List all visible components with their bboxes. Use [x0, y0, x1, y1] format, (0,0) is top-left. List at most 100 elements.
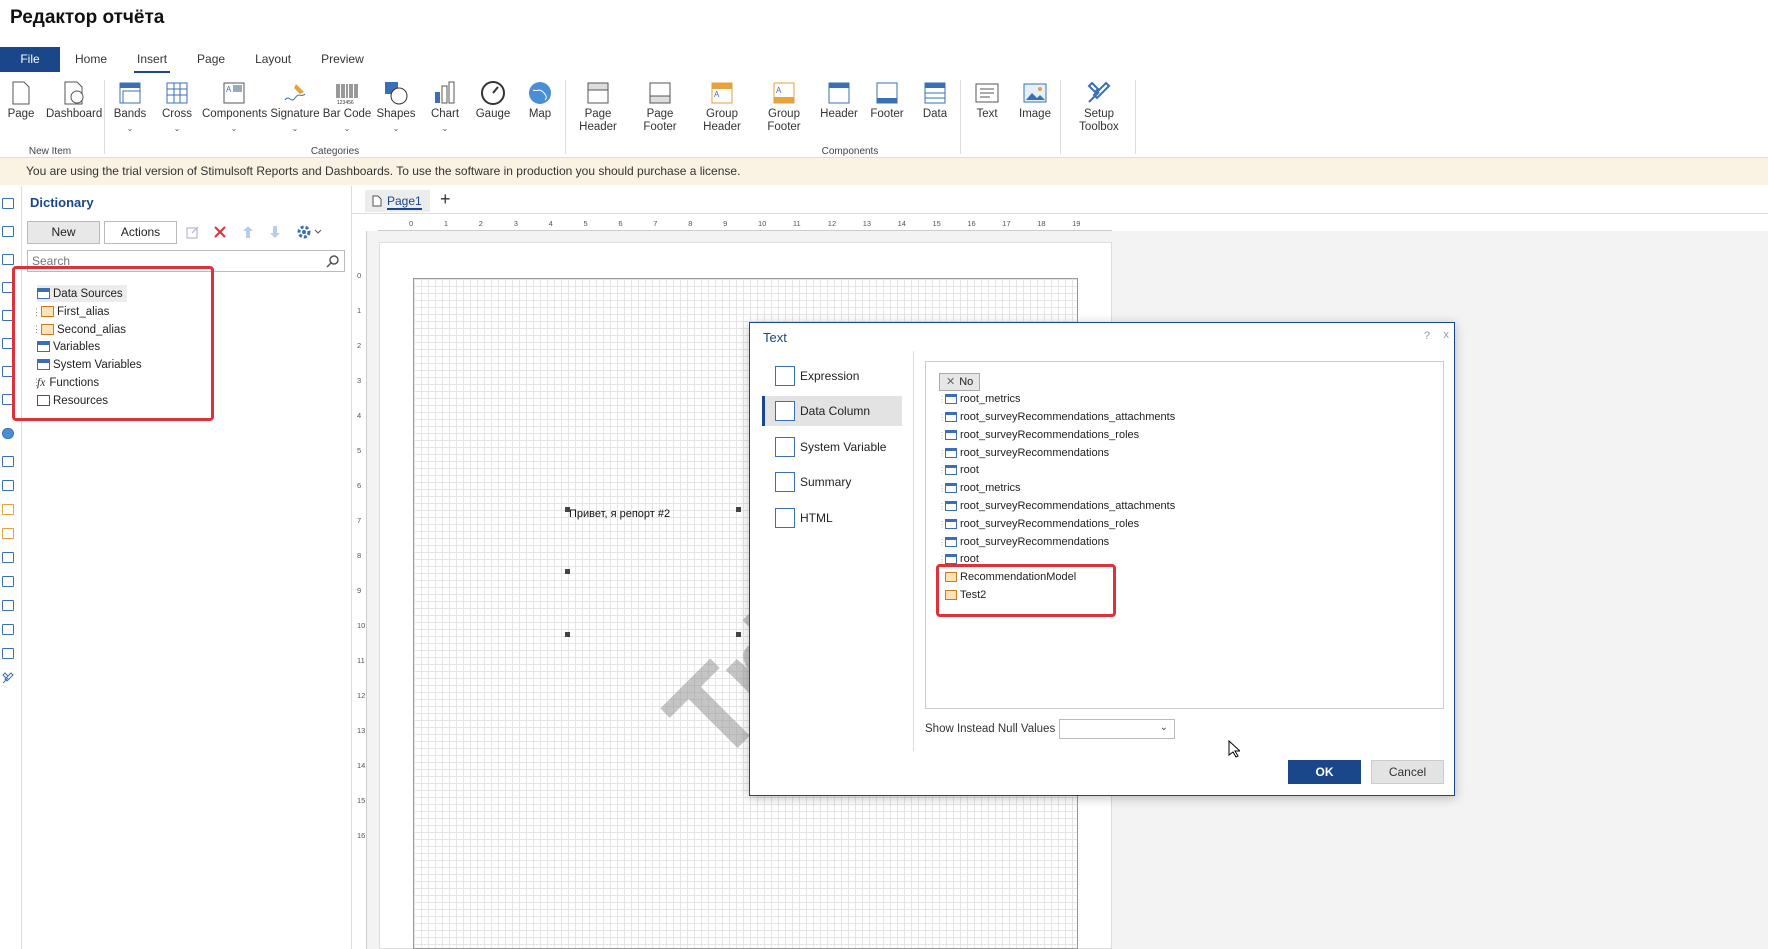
expand-icon[interactable]: ⋮	[938, 520, 946, 529]
toolbox-text-icon[interactable]	[2, 624, 14, 635]
tree-row[interactable]: ⋮ root_metrics	[938, 391, 1021, 407]
footer-button[interactable]: Footer	[864, 76, 910, 121]
tree-row[interactable]: ⋮ root_surveyRecommendations_attachments	[938, 409, 1175, 425]
resize-handle[interactable]	[565, 507, 570, 512]
shapes-button[interactable]: Shapes ⌄	[374, 76, 418, 135]
chart-button[interactable]: Chart ⌄	[423, 76, 467, 135]
toolbox-bands-icon[interactable]	[2, 198, 14, 209]
toolbox-footer-icon[interactable]	[2, 576, 14, 587]
expand-icon[interactable]: ⋮	[938, 538, 946, 547]
toolbox-gauge-icon[interactable]	[2, 394, 14, 405]
text-component[interactable]: Привет, я репорт #2	[569, 508, 670, 520]
cancel-button[interactable]: Cancel	[1371, 760, 1444, 784]
header-button[interactable]: Header	[816, 76, 862, 121]
edit-icon[interactable]	[186, 225, 200, 239]
toolbox-group-footer-icon[interactable]	[2, 528, 14, 539]
toolbox-data-icon[interactable]	[2, 600, 14, 611]
new-button[interactable]: New	[27, 221, 100, 244]
ok-button[interactable]: OK	[1288, 760, 1361, 784]
toolbox-page-footer-icon[interactable]	[2, 480, 14, 491]
expand-icon[interactable]: ⋮	[938, 449, 946, 458]
tree-row[interactable]: RecommendationModel	[938, 569, 1076, 585]
nav-summary[interactable]: Summary	[762, 467, 902, 497]
tree-row[interactable]: Test2	[938, 587, 986, 603]
toolbox-group-header-icon[interactable]	[2, 504, 14, 515]
cross-button[interactable]: Cross ⌄	[157, 76, 197, 135]
page-button[interactable]: Page	[4, 76, 38, 121]
tree-row[interactable]: ⋮ root_surveyRecommendations	[938, 445, 1109, 461]
tab-file[interactable]: File	[0, 47, 60, 72]
map-button[interactable]: Map	[518, 76, 562, 121]
tree-row[interactable]: ⋮ root	[938, 551, 979, 567]
tree-row[interactable]: ⋮ root_surveyRecommendations_roles	[938, 516, 1139, 532]
tab-page1[interactable]: Page1	[365, 190, 430, 212]
delete-icon[interactable]	[213, 225, 227, 239]
actions-button[interactable]: Actions	[104, 221, 177, 244]
settings-icon[interactable]	[296, 224, 324, 240]
tab-page[interactable]: Page	[182, 47, 240, 72]
toolbox-barcode-icon[interactable]	[2, 310, 14, 321]
expand-icon[interactable]: ⋮	[938, 395, 946, 404]
tree-row[interactable]: ⋮ root_metrics	[938, 480, 1021, 496]
expand-icon[interactable]: ⋮	[938, 484, 946, 493]
toolbox-header-icon[interactable]	[2, 552, 14, 563]
null-values-select[interactable]: ⌄	[1059, 719, 1175, 739]
nav-system-variable[interactable]: System Variable	[762, 432, 902, 462]
toolbox-signature-icon[interactable]	[2, 282, 14, 293]
components-button[interactable]: A Components ⌄	[202, 76, 267, 135]
tab-layout[interactable]: Layout	[240, 47, 306, 72]
expand-icon[interactable]: ⋮	[938, 466, 946, 475]
add-page-button[interactable]: +	[440, 189, 451, 210]
nav-data-column[interactable]: Data Column	[762, 396, 902, 426]
search-icon[interactable]	[326, 254, 340, 268]
help-button[interactable]: ?	[1424, 330, 1430, 342]
nav-expression[interactable]: Expression	[762, 361, 902, 391]
tree-row[interactable]: ⋮ root	[938, 462, 979, 478]
arrow-up-icon[interactable]	[241, 225, 255, 239]
toolbox-cross-icon[interactable]	[2, 226, 14, 237]
tree-item-system-variables[interactable]: System Variables	[37, 356, 142, 373]
toolbox-chart-icon[interactable]	[2, 366, 14, 377]
tree-item-functions[interactable]: fx Functions	[37, 374, 99, 391]
tab-preview[interactable]: Preview	[306, 47, 379, 72]
dictionary-search-input[interactable]	[27, 250, 345, 272]
tree-item-second-alias[interactable]: Second_alias	[41, 321, 126, 338]
bands-button[interactable]: Bands ⌄	[108, 76, 152, 135]
group-footer-button[interactable]: A Group Footer	[756, 76, 812, 134]
expand-icon[interactable]: ⋮	[938, 431, 946, 440]
expand-icon[interactable]: ⋮	[32, 324, 41, 335]
tree-item-variables[interactable]: Variables	[37, 338, 100, 355]
tab-home[interactable]: Home	[60, 47, 122, 72]
image-button[interactable]: Image	[1012, 76, 1058, 121]
no-column-button[interactable]: ✕ No	[939, 373, 981, 391]
toolbox-shapes-icon[interactable]	[2, 338, 14, 349]
expand-icon[interactable]: ⋮	[938, 413, 946, 422]
resize-handle[interactable]	[565, 569, 570, 574]
page-header-button[interactable]: Page Header	[570, 76, 626, 134]
nav-html[interactable]: HTML	[762, 503, 902, 533]
tree-item-resources[interactable]: Resources	[37, 392, 108, 409]
text-button[interactable]: Text	[964, 76, 1010, 121]
group-header-button[interactable]: A Group Header	[694, 76, 750, 134]
toolbox-tools-icon[interactable]	[2, 672, 14, 684]
arrow-down-icon[interactable]	[268, 225, 282, 239]
data-button[interactable]: Data	[912, 76, 958, 121]
toolbox-page-header-icon[interactable]	[2, 456, 14, 467]
tree-row[interactable]: ⋮ root_surveyRecommendations_attachments	[938, 498, 1175, 514]
setup-toolbox-button[interactable]: Setup Toolbox	[1070, 76, 1128, 134]
expand-icon[interactable]: ⋮	[938, 555, 946, 564]
toolbox-components-icon[interactable]	[2, 254, 14, 265]
dashboard-button[interactable]: Dashboard	[46, 76, 102, 121]
signature-button[interactable]: Signature ⌄	[270, 76, 320, 135]
toolbox-image-icon[interactable]	[2, 648, 14, 659]
page-footer-button[interactable]: Page Footer	[632, 76, 688, 134]
resize-handle[interactable]	[565, 632, 570, 637]
close-button[interactable]: x	[1444, 329, 1450, 341]
toolbox-map-icon[interactable]	[2, 428, 14, 439]
tab-insert[interactable]: Insert	[122, 47, 182, 73]
expand-icon[interactable]: ⋮	[32, 307, 41, 318]
tree-item-first-alias[interactable]: First_alias	[41, 303, 109, 320]
expand-icon[interactable]: ⋮	[938, 502, 946, 511]
resize-handle[interactable]	[736, 507, 741, 512]
barcode-button[interactable]: 123456 Bar Code ⌄	[322, 76, 372, 135]
